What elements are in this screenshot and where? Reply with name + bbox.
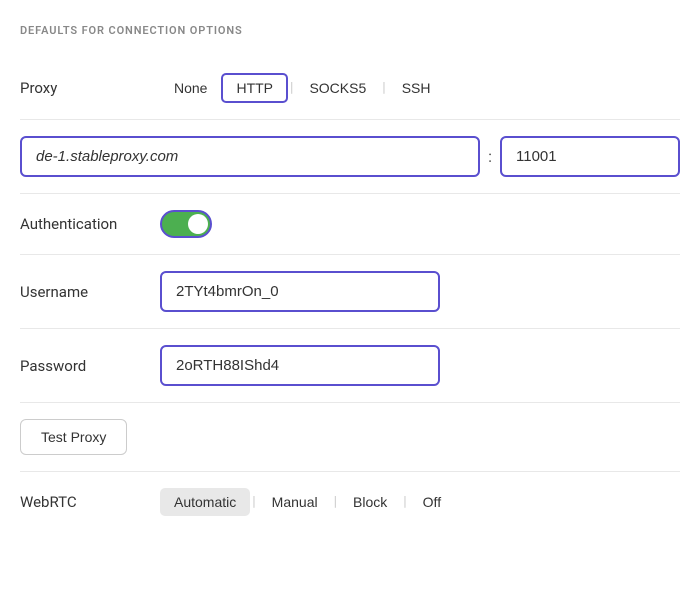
proxy-none-button[interactable]: None [160, 74, 221, 102]
separator-2: | [382, 80, 385, 96]
username-content [160, 271, 680, 312]
proxy-inputs-row: : [20, 120, 680, 194]
webrtc-sep-2: | [334, 494, 337, 510]
proxy-port-input[interactable] [500, 136, 680, 177]
proxy-options: None HTTP | SOCKS5 | SSH [160, 73, 680, 103]
username-label: Username [20, 283, 160, 301]
webrtc-options: Automatic | Manual | Block | Off [160, 488, 455, 516]
proxy-label: Proxy [20, 79, 160, 97]
password-content [160, 345, 680, 386]
password-label: Password [20, 357, 160, 375]
separator-1: | [290, 80, 293, 96]
authentication-row: Authentication [20, 194, 680, 255]
toggle-slider [160, 210, 212, 238]
username-row: Username [20, 255, 680, 329]
webrtc-off-button[interactable]: Off [409, 488, 455, 516]
host-port-separator: : [488, 147, 492, 166]
proxy-http-button[interactable]: HTTP [221, 73, 288, 103]
webrtc-automatic-button[interactable]: Automatic [160, 488, 250, 516]
webrtc-row: WebRTC Automatic | Manual | Block | Off [20, 472, 680, 532]
test-proxy-row: Test Proxy [20, 403, 680, 472]
section-title: DEFAULTS FOR CONNECTION OPTIONS [20, 24, 680, 37]
webrtc-sep-3: | [403, 494, 406, 510]
authentication-toggle[interactable] [160, 210, 212, 238]
proxy-ssh-button[interactable]: SSH [388, 74, 445, 102]
username-input[interactable] [160, 271, 440, 312]
proxy-host-input[interactable] [20, 136, 480, 177]
webrtc-label: WebRTC [20, 493, 160, 511]
proxy-inputs-container: : [20, 136, 680, 177]
test-proxy-button[interactable]: Test Proxy [20, 419, 127, 455]
webrtc-sep-1: | [252, 494, 255, 510]
webrtc-manual-button[interactable]: Manual [258, 488, 332, 516]
password-row: Password [20, 329, 680, 403]
proxy-type-group: None HTTP | SOCKS5 | SSH [160, 73, 444, 103]
webrtc-block-button[interactable]: Block [339, 488, 401, 516]
proxy-row: Proxy None HTTP | SOCKS5 | SSH [20, 57, 680, 120]
authentication-content [160, 210, 680, 238]
password-input[interactable] [160, 345, 440, 386]
authentication-label: Authentication [20, 215, 160, 233]
proxy-socks5-button[interactable]: SOCKS5 [295, 74, 380, 102]
